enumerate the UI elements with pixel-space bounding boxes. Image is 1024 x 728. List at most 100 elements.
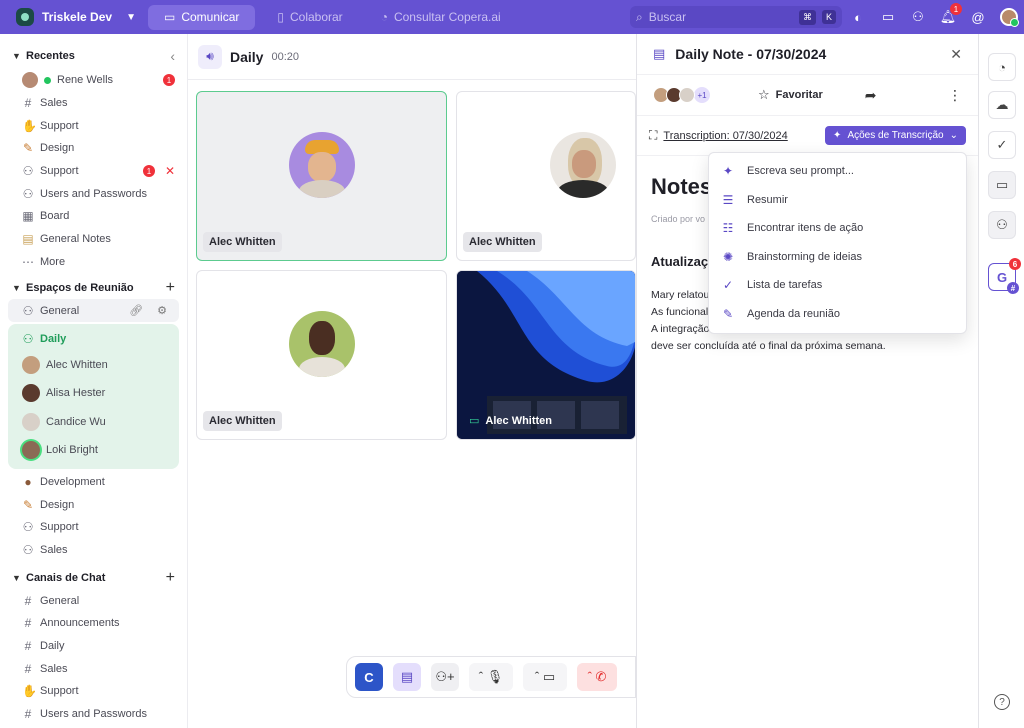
sidebar-item-rene-wells[interactable]: Rene Wells 1 bbox=[0, 69, 187, 92]
transcription-actions-menu: ✦ Escreva seu prompt... ☰ Resumir ☷ Enco… bbox=[708, 152, 967, 334]
add-icon[interactable]: + bbox=[166, 569, 175, 587]
menu-item-prompt[interactable]: ✦ Escreva seu prompt... bbox=[709, 157, 966, 186]
sidebar: ▼ Recentes ‹ Rene Wells 1 # Sales ✋ Supp… bbox=[0, 34, 188, 728]
theme-toggle-icon[interactable]: ◐ bbox=[850, 9, 866, 25]
participant-item[interactable]: Alec Whitten bbox=[8, 351, 179, 380]
sidebar-item-support-room[interactable]: ⚇ Support 1 ✕ bbox=[0, 160, 187, 183]
link-icon[interactable]: 🔗︎ bbox=[129, 304, 143, 317]
tab-consultar[interactable]: ◔ Consultar Copera.ai bbox=[365, 5, 517, 30]
video-tile[interactable]: Alec Whitten bbox=[456, 91, 636, 261]
chat-icon[interactable]: ▭ bbox=[988, 171, 1016, 199]
item-label: Board bbox=[40, 210, 70, 223]
menu-item-agenda[interactable]: ✎ Agenda da reunião bbox=[709, 300, 966, 329]
channel-item-general[interactable]: # General bbox=[0, 589, 187, 612]
menu-item-brainstorm[interactable]: ✺ Brainstorming de ideias bbox=[709, 243, 966, 272]
channel-item-announcements[interactable]: # Announcements bbox=[0, 612, 187, 635]
add-icon[interactable]: + bbox=[166, 279, 175, 297]
cloud-icon[interactable]: ☁ bbox=[988, 91, 1016, 119]
speaker-icon[interactable]: 🔊︎ bbox=[198, 44, 222, 69]
sidebar-item-support[interactable]: ✋ Support bbox=[0, 114, 187, 137]
item-label: Users and Passwords bbox=[40, 708, 147, 721]
section-recentes[interactable]: ▼ Recentes ‹ bbox=[0, 45, 187, 67]
hash-icon: # bbox=[24, 661, 32, 676]
help-icon[interactable]: ? bbox=[994, 694, 1010, 710]
participant-item[interactable]: Loki Bright bbox=[8, 436, 179, 465]
add-participant-button[interactable]: ⚇+ bbox=[431, 663, 459, 691]
sidebar-item-development[interactable]: ● Development bbox=[0, 471, 187, 494]
note-button[interactable]: ▤ bbox=[393, 663, 421, 691]
channel-item-daily[interactable]: # Daily bbox=[0, 635, 187, 658]
tab-colaborar[interactable]: ▯ Colaborar bbox=[261, 5, 358, 30]
camera-button[interactable]: ˆ ▭ bbox=[523, 663, 567, 691]
sidebar-item-daily-room[interactable]: ⚇ Daily bbox=[8, 328, 179, 351]
search-input[interactable]: ⌕ Buscar ⌘ K bbox=[630, 6, 842, 28]
gear-icon[interactable]: ⚙ bbox=[157, 304, 167, 317]
section-canais[interactable]: ▼ Canais de Chat + bbox=[0, 567, 187, 589]
item-label: Support bbox=[40, 521, 79, 534]
menu-item-action-items[interactable]: ☷ Encontrar itens de ação bbox=[709, 214, 966, 243]
sidebar-item-board[interactable]: ▦ Board bbox=[0, 205, 187, 228]
share-icon[interactable]: ➦ bbox=[865, 87, 877, 104]
sidebar-item-general-room[interactable]: ⚇ General 🔗︎ ⚙ bbox=[8, 299, 179, 322]
people-icon[interactable]: ⚇ bbox=[988, 211, 1016, 239]
sidebar-item-users-passwords[interactable]: ⚇ Users and Passwords bbox=[0, 182, 187, 205]
menu-item-label: Escreva seu prompt... bbox=[747, 165, 854, 178]
end-call-button[interactable]: ˆ ✆ bbox=[577, 663, 617, 691]
collapse-icon[interactable]: ‹ bbox=[170, 48, 175, 64]
video-tile[interactable]: Alec Whitten bbox=[196, 91, 447, 261]
close-icon[interactable]: ✕ bbox=[950, 46, 962, 63]
item-label: Support bbox=[40, 165, 79, 178]
sidebar-item-general-notes[interactable]: ▤ General Notes bbox=[0, 228, 187, 251]
avatar bbox=[22, 441, 40, 460]
sidebar-item-sales[interactable]: # Sales bbox=[0, 92, 187, 115]
check-circle-icon[interactable]: ✓ bbox=[988, 131, 1016, 159]
channel-item-sales[interactable]: # Sales bbox=[0, 657, 187, 680]
section-espacos[interactable]: ▼ Espaços de Reunião + bbox=[0, 277, 187, 299]
chevron-down-icon: ▼ bbox=[12, 573, 21, 584]
participants-stack[interactable]: +1 bbox=[653, 87, 710, 103]
check-circle-icon: ✓ bbox=[722, 278, 734, 293]
sidebar-item-design[interactable]: ✎ Design bbox=[0, 137, 187, 160]
item-label: Design bbox=[40, 498, 75, 511]
participant-item[interactable]: Alisa Hester bbox=[8, 379, 179, 408]
video-icon[interactable]: ▭ bbox=[880, 9, 896, 25]
sidebar-item-sales-room[interactable]: ⚇ Sales bbox=[0, 539, 187, 562]
workspace-g-icon[interactable]: G 6 # bbox=[988, 258, 1021, 294]
section-title: Espaços de Reunião bbox=[26, 282, 134, 295]
workspace-switcher[interactable]: Triskele Dev ▼ bbox=[0, 8, 148, 26]
item-label: Daily bbox=[40, 333, 67, 346]
bell-icon[interactable]: 🔔︎ 1 bbox=[940, 3, 962, 25]
sidebar-item-more[interactable]: ⋯ More bbox=[0, 251, 187, 274]
avatar bbox=[22, 72, 38, 89]
call-area: 🔊︎ Daily 00:20 Alec Whitten Alec Whitten… bbox=[188, 34, 636, 728]
more-vertical-icon[interactable]: ⋮ bbox=[948, 87, 962, 104]
close-icon[interactable]: ✕ bbox=[165, 164, 175, 178]
menu-item-label: Resumir bbox=[747, 193, 788, 206]
copera-logo-button[interactable]: C bbox=[355, 663, 383, 691]
mention-icon[interactable]: @ bbox=[970, 9, 986, 25]
note-title: Daily Note - 07/30/2024 bbox=[675, 46, 827, 62]
sidebar-item-design-room[interactable]: ✎ Design bbox=[0, 493, 187, 516]
channel-item-support[interactable]: ✋ Support bbox=[0, 680, 187, 703]
section-title: Recentes bbox=[26, 50, 75, 62]
tab-comunicar[interactable]: ▭ Comunicar bbox=[148, 4, 256, 30]
user-avatar[interactable] bbox=[1000, 8, 1019, 27]
menu-item-task-list[interactable]: ✓ Lista de tarefas bbox=[709, 271, 966, 300]
video-tile[interactable]: Alec Whitten bbox=[196, 270, 447, 440]
channel-item-users-passwords[interactable]: # Users and Passwords bbox=[0, 703, 187, 726]
menu-item-resumir[interactable]: ☰ Resumir bbox=[709, 186, 966, 215]
bulb-icon: ✺ bbox=[722, 249, 734, 264]
chevron-down-icon: ▼ bbox=[126, 11, 136, 23]
microphone-button[interactable]: ˆ 🎙︎ bbox=[469, 663, 513, 691]
sidebar-item-support-room2[interactable]: ⚇ Support bbox=[0, 516, 187, 539]
transcription-link[interactable]: Transcription: 07/30/2024 bbox=[663, 130, 819, 142]
favorite-button[interactable]: ☆ Favoritar bbox=[758, 87, 823, 103]
participant-item[interactable]: Candice Wu bbox=[8, 408, 179, 437]
screen-share-tile[interactable]: ▭ Alec Whitten bbox=[456, 270, 636, 440]
sparkle-icon: ✦ bbox=[722, 164, 734, 179]
transcription-actions-button[interactable]: ✦ Ações de Transcrição ⌄ bbox=[825, 126, 966, 145]
people-icon[interactable]: ⚇ bbox=[910, 9, 926, 25]
button-label: Ações de Transcrição bbox=[847, 130, 944, 141]
copera-icon[interactable]: ◔ bbox=[988, 53, 1016, 81]
people-icon: ⚇ bbox=[22, 164, 34, 179]
